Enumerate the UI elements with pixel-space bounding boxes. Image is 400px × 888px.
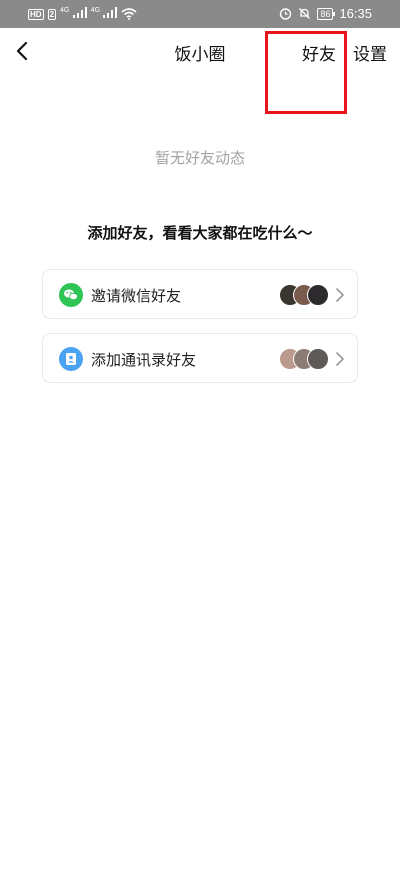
avatar: [307, 284, 329, 306]
back-arrow-icon: [16, 41, 28, 61]
network-type-1: 4G: [60, 7, 70, 14]
alarm-icon: [280, 8, 292, 20]
chevron-right-icon: [336, 352, 345, 366]
friends-button[interactable]: 好友: [302, 40, 336, 65]
status-right: 86 16:35: [279, 6, 372, 21]
status-time: 16:35: [339, 6, 372, 21]
status-bar: HD 2 4G 4G 86 16:35: [0, 0, 400, 28]
battery-indicator: 86: [317, 7, 336, 20]
network-type-2: 4G: [90, 7, 101, 14]
contact-avatars: [277, 348, 337, 370]
sim-badge: 2: [47, 8, 57, 20]
wechat-icon: [59, 283, 83, 307]
status-left: HD 2 4G 4G: [28, 7, 137, 21]
friend-avatars: [277, 284, 337, 306]
nav-bar: 饭小圈 好友 设置: [0, 28, 400, 74]
avatar: [307, 348, 329, 370]
signal-bars-icon: [103, 7, 118, 18]
page-title: 饭小圈: [174, 45, 226, 65]
settings-button[interactable]: 设置: [353, 40, 387, 65]
mute-bell-icon: [299, 8, 311, 19]
empty-state-text: 暂无好友动态: [154, 149, 245, 167]
invite-wechat-friends-card[interactable]: 邀请微信好友: [42, 269, 358, 319]
contacts-icon: [59, 347, 83, 371]
hd-badge: HD: [28, 8, 44, 20]
add-friends-title: 添加好友，看看大家都在吃什么～: [87, 224, 313, 242]
add-contacts-friends-card[interactable]: 添加通讯录好友: [42, 333, 358, 383]
wifi-icon: [121, 8, 137, 20]
chevron-right-icon: [336, 288, 345, 302]
back-button[interactable]: [12, 37, 38, 65]
signal-icon-2: 4G: [91, 7, 118, 21]
add-contacts-label: 添加通讯录好友: [91, 351, 197, 369]
signal-icon-1: 4G: [60, 7, 87, 21]
invite-wechat-label: 邀请微信好友: [91, 287, 182, 305]
signal-bars-icon: [72, 7, 87, 18]
